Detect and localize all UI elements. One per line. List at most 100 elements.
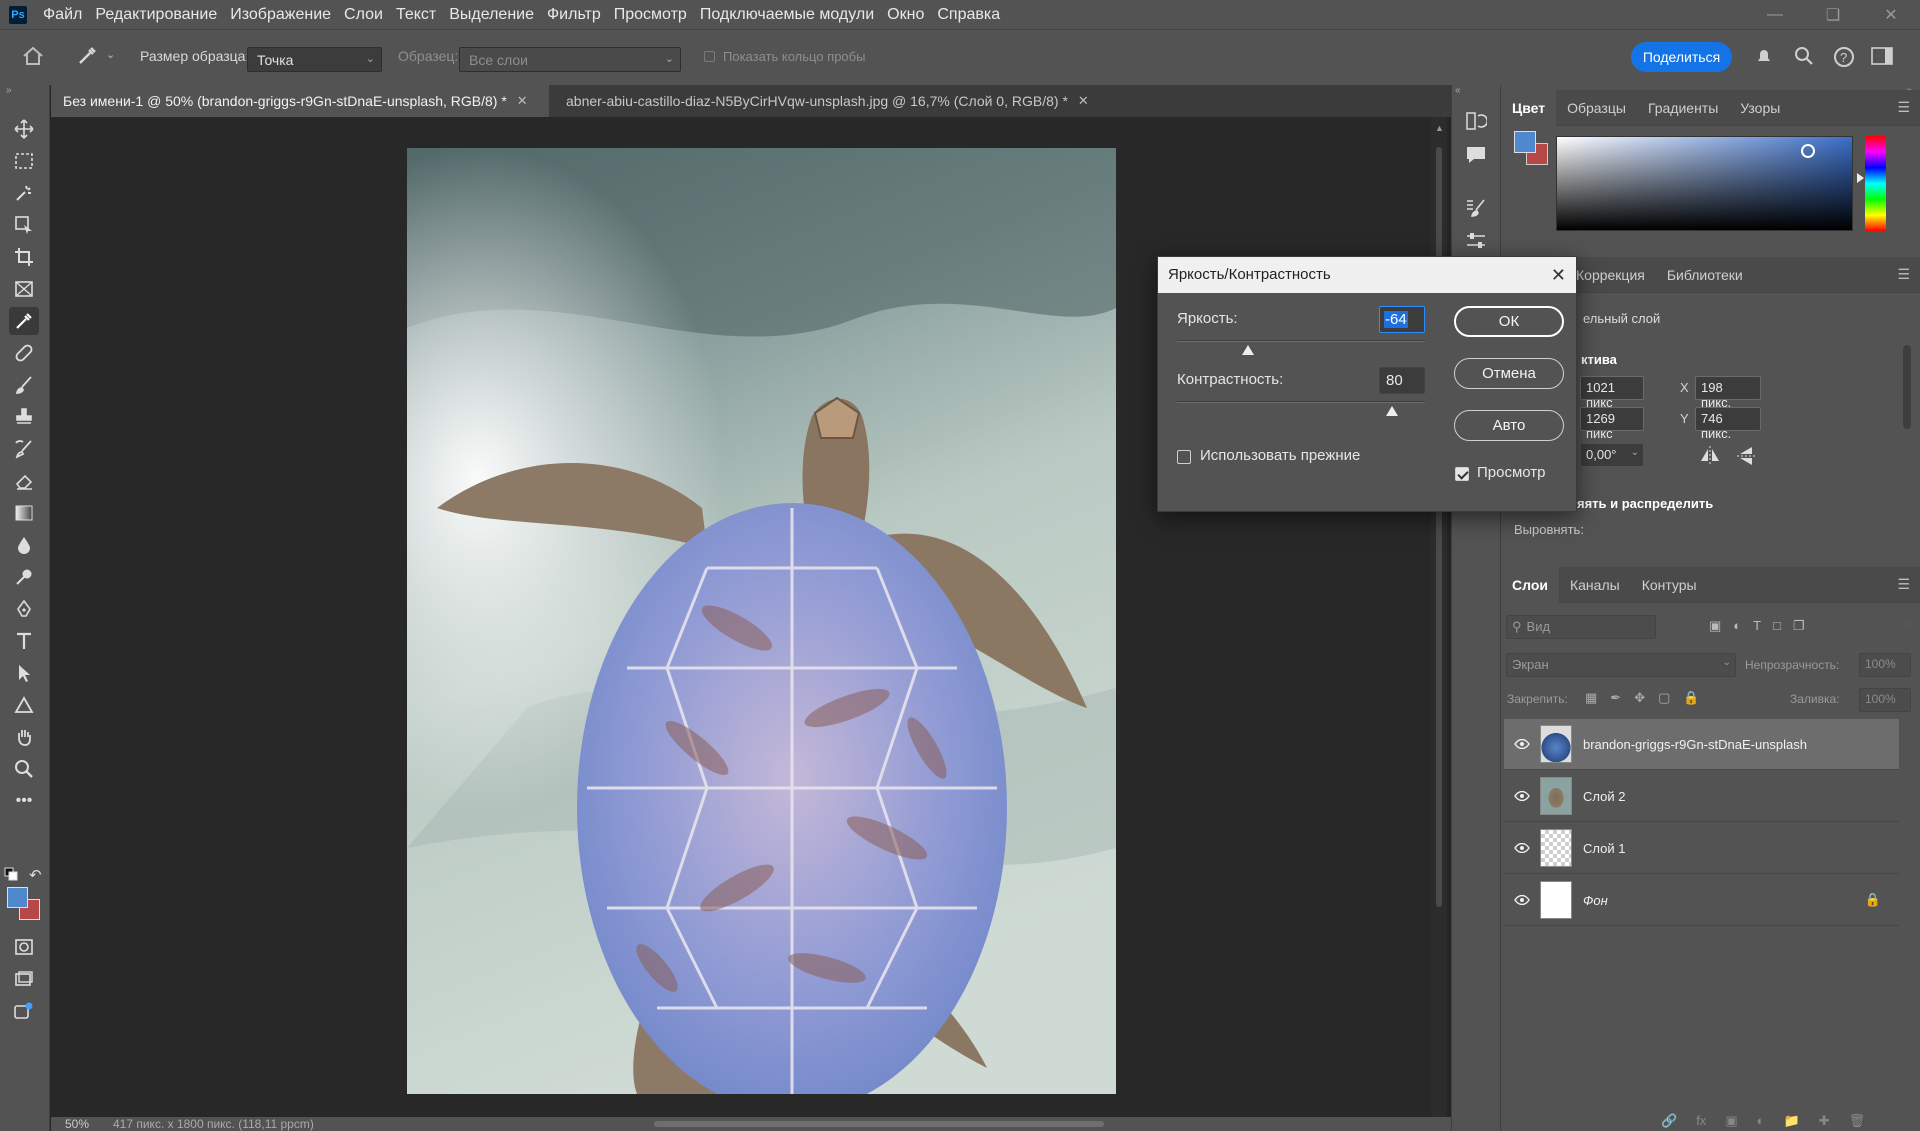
layer-row-brandon[interactable]: brandon-griggs-r9Gn-stDnaE-unsplash — [1504, 719, 1899, 770]
menu-text[interactable]: Текст — [396, 6, 436, 24]
hue-slider-handle[interactable] — [1857, 173, 1864, 183]
history-brush-tool-icon[interactable] — [9, 435, 39, 463]
panel-menu-icon[interactable]: ☰ — [1897, 99, 1910, 116]
visibility-eye-icon[interactable] — [1504, 895, 1540, 905]
use-legacy-checkbox[interactable] — [1177, 450, 1191, 464]
close-tab-icon[interactable]: ✕ — [1078, 93, 1089, 109]
tab-gradients[interactable]: Градиенты — [1637, 90, 1729, 126]
quick-mask-icon[interactable] — [9, 933, 39, 961]
flip-vertical-icon[interactable] — [1736, 445, 1756, 467]
blend-mode-select[interactable]: Экран ⌄ — [1506, 653, 1736, 677]
filter-pixel-icon[interactable]: ▣ — [1709, 618, 1721, 634]
healing-brush-tool-icon[interactable] — [9, 339, 39, 367]
menu-select[interactable]: Выделение — [449, 6, 534, 24]
collapse-dock-icon[interactable]: « — [1455, 85, 1461, 96]
filter-shape-icon[interactable]: □ — [1773, 618, 1781, 634]
sample-size-select[interactable]: Точка ⌄ — [247, 47, 382, 72]
layer-name[interactable]: Фон — [1583, 893, 1608, 908]
horizontal-scroll-thumb[interactable] — [654, 1121, 1104, 1127]
tab-libraries[interactable]: Библиотеки — [1656, 257, 1754, 293]
layer-filter-input[interactable]: ⚲ Вид — [1506, 615, 1656, 639]
new-adjustment-icon[interactable]: ◐ — [1757, 1113, 1765, 1129]
frame-select-tool-icon[interactable] — [9, 211, 39, 239]
brightness-slider-handle[interactable] — [1242, 345, 1255, 355]
dodge-tool-icon[interactable] — [9, 563, 39, 591]
color-panel-foreground-swatch[interactable] — [1514, 131, 1536, 153]
close-tab-icon[interactable]: ✕ — [517, 93, 528, 109]
filter-adjustment-icon[interactable]: ◐ — [1733, 618, 1741, 634]
tab-paths[interactable]: Контуры — [1631, 567, 1708, 603]
ok-button[interactable]: ОК — [1454, 306, 1564, 337]
tab-patterns[interactable]: Узоры — [1729, 90, 1791, 126]
add-mask-icon[interactable]: ▣ — [1725, 1113, 1737, 1129]
contrast-field[interactable]: 80 — [1379, 367, 1425, 394]
help-icon[interactable]: ? — [1833, 46, 1855, 68]
tab-adjustments[interactable]: Коррекция — [1565, 257, 1656, 293]
eraser-tool-icon[interactable] — [9, 467, 39, 495]
new-layer-icon[interactable]: ✚ — [1819, 1113, 1830, 1129]
width-field[interactable]: 1021 пикс — [1580, 376, 1644, 410]
menu-view[interactable]: Просмотр — [614, 6, 687, 24]
opacity-field[interactable]: 100% — [1859, 653, 1911, 677]
delete-layer-icon[interactable]: 🗑 — [1849, 1113, 1866, 1129]
menu-file[interactable]: Файл — [43, 6, 82, 24]
menu-window[interactable]: Окно — [887, 6, 924, 24]
angle-field[interactable]: 0,00° ⌄ — [1580, 443, 1644, 467]
pen-tool-icon[interactable] — [9, 595, 39, 623]
layer-name[interactable]: brandon-griggs-r9Gn-stDnaE-unsplash — [1583, 737, 1807, 752]
lock-artboard-icon[interactable]: ▢ — [1658, 690, 1670, 706]
hand-tool-icon[interactable] — [9, 723, 39, 751]
new-group-icon[interactable]: 📁 — [1783, 1113, 1799, 1129]
image-canvas[interactable] — [407, 148, 1116, 1094]
marquee-tool-icon[interactable] — [9, 147, 39, 175]
sample-layers-select[interactable]: Все слои ⌄ — [459, 47, 681, 72]
more-tools-icon[interactable]: ••• — [9, 787, 39, 815]
hue-slider[interactable] — [1865, 136, 1886, 231]
swap-colors-icon[interactable]: ↶ — [29, 866, 42, 884]
crop-tool-icon[interactable] — [9, 243, 39, 271]
layer-style-icon[interactable]: fx — [1696, 1113, 1706, 1129]
eyedropper-tool-icon[interactable] — [76, 45, 98, 67]
menu-help[interactable]: Справка — [937, 6, 1000, 24]
object-selection-tool-icon[interactable] — [9, 179, 39, 207]
collapse-toolbar-icon[interactable]: » — [6, 85, 12, 96]
lock-pixels-icon[interactable]: ✒ — [1610, 690, 1621, 706]
share-button[interactable]: Поделиться — [1631, 42, 1732, 72]
preview-checkbox[interactable] — [1455, 467, 1469, 481]
move-tool-icon[interactable] — [9, 115, 39, 143]
filter-type-icon[interactable]: T — [1753, 618, 1761, 634]
gradient-tool-icon[interactable] — [9, 499, 39, 527]
tab-document-1[interactable]: Без имени-1 @ 50% (brandon-griggs-r9Gn-s… — [51, 85, 549, 117]
y-field[interactable]: 746 пикс. — [1695, 407, 1761, 441]
show-ring-checkbox[interactable] — [704, 51, 715, 62]
search-icon[interactable] — [1794, 46, 1814, 66]
contrast-slider-handle[interactable] — [1385, 406, 1398, 416]
menu-plugins[interactable]: Подключаемые модули — [700, 6, 874, 24]
layer-lock-icon[interactable]: 🔒 — [1865, 892, 1881, 908]
brightness-slider-track[interactable] — [1177, 340, 1425, 342]
tab-swatches[interactable]: Образцы — [1556, 90, 1637, 126]
panel-menu-icon[interactable]: ☰ — [1897, 266, 1910, 283]
close-icon[interactable]: ✕ — [1551, 265, 1566, 286]
foreground-color-swatch[interactable] — [7, 887, 28, 908]
default-colors-icon[interactable] — [4, 867, 18, 881]
layer-row-2[interactable]: Слой 2 — [1504, 771, 1899, 822]
menu-layers[interactable]: Слои — [344, 6, 383, 24]
tool-preset-chevron-icon[interactable]: ⌄ — [106, 48, 115, 61]
path-selection-tool-icon[interactable] — [9, 659, 39, 687]
history-icon[interactable] — [1465, 111, 1487, 131]
contrast-slider-track[interactable] — [1177, 401, 1425, 403]
color-field[interactable] — [1556, 136, 1853, 231]
clone-stamp-tool-icon[interactable] — [9, 403, 39, 431]
tab-document-2[interactable]: abner-abiu-castillo-diaz-N5ByCirHVqw-uns… — [554, 85, 1162, 117]
blur-tool-icon[interactable] — [9, 531, 39, 559]
lock-all-icon[interactable]: 🔒 — [1683, 690, 1699, 706]
comments-icon[interactable] — [1465, 145, 1487, 165]
screen-mode-icon[interactable] — [9, 965, 39, 993]
cancel-button[interactable]: Отмена — [1454, 358, 1564, 389]
menu-filter[interactable]: Фильтр — [547, 6, 601, 24]
tab-layers[interactable]: Слои — [1501, 566, 1559, 603]
tab-channels[interactable]: Каналы — [1559, 567, 1631, 603]
zoom-tool-icon[interactable] — [9, 755, 39, 783]
lock-transparency-icon[interactable]: ▦ — [1585, 690, 1597, 706]
